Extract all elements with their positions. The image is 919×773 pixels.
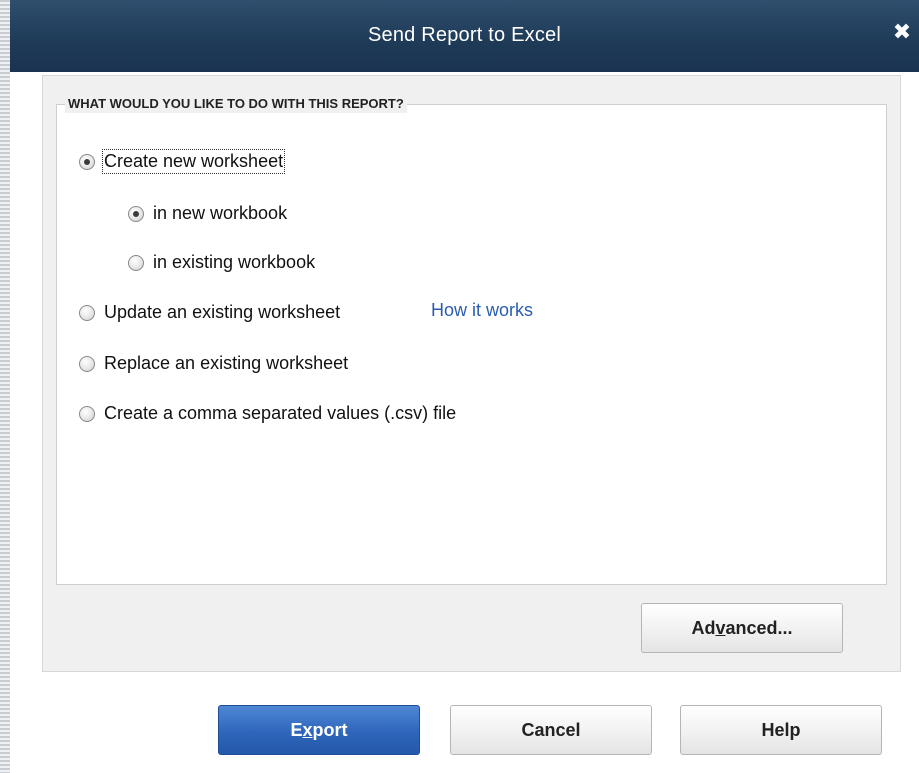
- create-csv-file-radio[interactable]: [79, 405, 95, 422]
- create-new-worksheet-label: Create new worksheet: [101, 149, 286, 174]
- export-label-post: port: [312, 719, 348, 740]
- option-update-existing-worksheet[interactable]: Update an existing worksheet: [79, 302, 340, 323]
- cancel-button[interactable]: Cancel: [450, 705, 652, 755]
- option-create-new-worksheet[interactable]: Create new worksheet: [79, 149, 286, 174]
- option-in-new-workbook[interactable]: in new workbook: [128, 203, 287, 224]
- export-label-pre: E: [290, 719, 303, 740]
- update-existing-worksheet-radio[interactable]: [79, 304, 95, 321]
- replace-existing-worksheet-label: Replace an existing worksheet: [104, 353, 349, 373]
- advanced-label-pre: Ad: [691, 617, 716, 638]
- report-action-group: WHAT WOULD YOU LIKE TO DO WITH THIS REPO…: [56, 95, 887, 585]
- advanced-label-post: anced...: [725, 617, 793, 638]
- in-existing-workbook-label: in existing workbook: [153, 252, 316, 272]
- replace-existing-worksheet-radio[interactable]: [79, 355, 95, 372]
- how-it-works-link[interactable]: How it works: [431, 300, 533, 321]
- export-button[interactable]: Ex port: [218, 705, 420, 755]
- title-bar: Send Report to Excel ✖: [10, 0, 919, 72]
- advanced-label-mnemonic: v: [715, 617, 726, 638]
- dialog-body: WHAT WOULD YOU LIKE TO DO WITH THIS REPO…: [10, 72, 919, 773]
- create-new-worksheet-radio[interactable]: [79, 153, 95, 170]
- create-csv-file-label: Create a comma separated values (.csv) f…: [104, 403, 457, 423]
- advanced-button[interactable]: Ad v anced...: [641, 603, 843, 653]
- update-existing-worksheet-label: Update an existing worksheet: [104, 302, 341, 322]
- window-title: Send Report to Excel: [368, 24, 561, 46]
- export-label-mnemonic: x: [302, 719, 313, 740]
- close-icon[interactable]: ✖: [891, 20, 913, 44]
- option-replace-existing-worksheet[interactable]: Replace an existing worksheet: [79, 353, 348, 374]
- options-panel: WHAT WOULD YOU LIKE TO DO WITH THIS REPO…: [42, 75, 901, 672]
- in-existing-workbook-radio[interactable]: [128, 254, 144, 271]
- help-button[interactable]: Help: [680, 705, 882, 755]
- in-new-workbook-radio[interactable]: [128, 205, 144, 222]
- option-in-existing-workbook[interactable]: in existing workbook: [128, 252, 315, 273]
- group-caption: WHAT WOULD YOU LIKE TO DO WITH THIS REPO…: [65, 95, 407, 113]
- option-create-csv-file[interactable]: Create a comma separated values (.csv) f…: [79, 403, 456, 424]
- in-new-workbook-label: in new workbook: [153, 203, 288, 223]
